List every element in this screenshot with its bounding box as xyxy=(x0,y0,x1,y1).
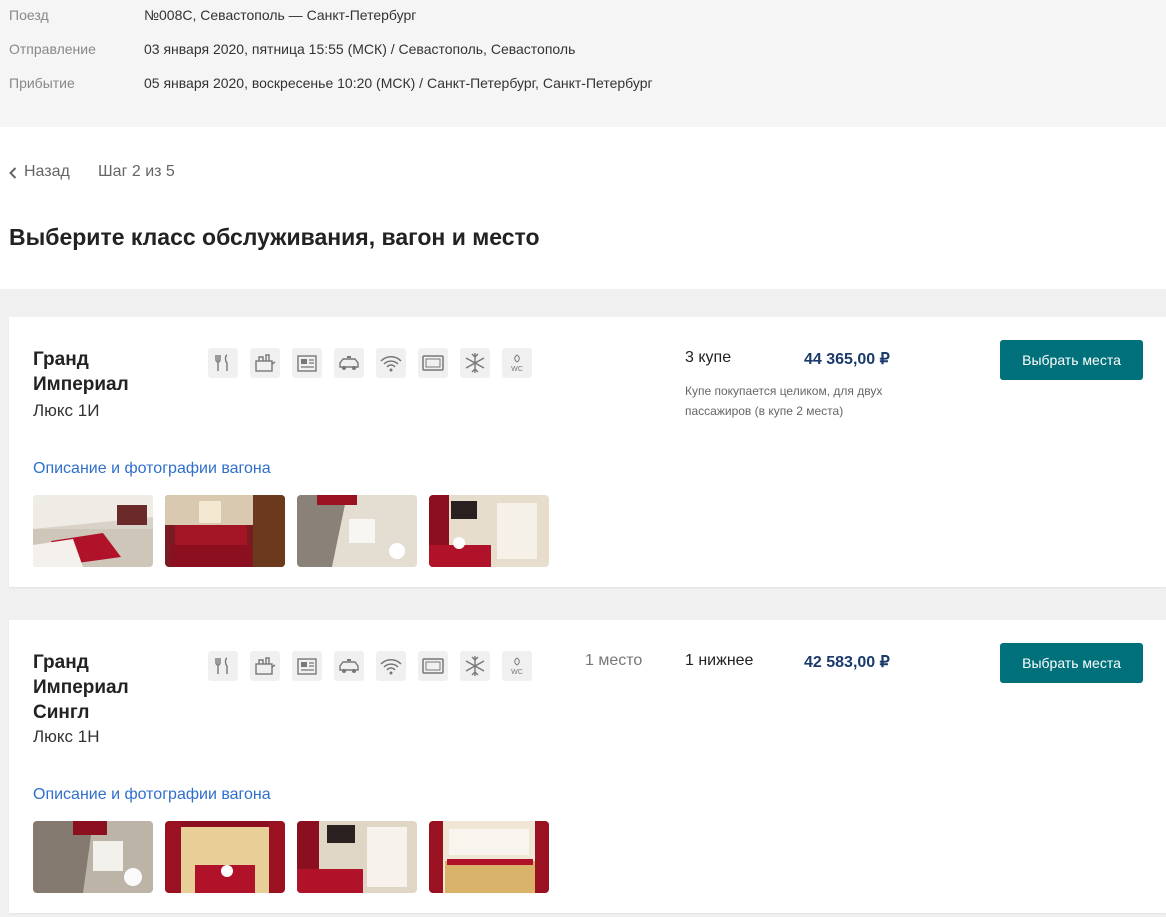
car-description-link[interactable]: Описание и фотографии вагона xyxy=(33,786,271,804)
car-card: Гранд Империал Люкс 1И WC 3 купе 44 365,… xyxy=(9,317,1166,587)
train-label: Поезд xyxy=(9,7,49,23)
car-photo[interactable] xyxy=(33,495,153,567)
seat-type: 1 нижнее xyxy=(685,652,754,669)
svg-text:WC: WC xyxy=(511,669,523,676)
car-photo[interactable] xyxy=(33,821,153,893)
press-icon xyxy=(292,651,322,681)
taxi-icon xyxy=(334,651,364,681)
car-description-link[interactable]: Описание и фотографии вагона xyxy=(33,460,271,478)
seat-count: 1 место xyxy=(585,652,643,669)
car-photos xyxy=(33,821,553,893)
trip-info-panel: Поезд №008С, Севастополь — Санкт-Петербу… xyxy=(0,0,1166,127)
car-class: Люкс 1Н xyxy=(33,727,100,746)
car-photo[interactable] xyxy=(297,495,417,567)
hygiene-kit-icon xyxy=(250,348,280,378)
car-photo[interactable] xyxy=(165,821,285,893)
svg-text:WC: WC xyxy=(511,366,523,373)
taxi-icon xyxy=(334,348,364,378)
air-conditioning-icon xyxy=(460,651,490,681)
wifi-icon xyxy=(376,651,406,681)
tv-icon xyxy=(418,651,448,681)
car-class: Люкс 1И xyxy=(33,401,100,420)
press-icon xyxy=(292,348,322,378)
arrival-value: 05 января 2020, воскресенье 10:20 (МСК) … xyxy=(144,75,653,91)
arrival-label: Прибытие xyxy=(9,75,75,91)
price: 42 583,00 ₽ xyxy=(804,654,890,671)
hygiene-kit-icon xyxy=(250,651,280,681)
car-name: Гранд Империал Сингл xyxy=(33,652,129,723)
tv-icon xyxy=(418,348,448,378)
car-photo[interactable] xyxy=(429,495,549,567)
car-card: Гранд Империал Сингл Люкс 1Н WC 1 место … xyxy=(9,620,1166,913)
chevron-left-icon xyxy=(9,167,17,179)
wifi-icon xyxy=(376,348,406,378)
car-photos xyxy=(33,495,553,567)
car-photo[interactable] xyxy=(165,495,285,567)
step-indicator: Шаг 2 из 5 xyxy=(98,163,175,180)
amenities-list: WC xyxy=(208,348,538,378)
train-value: №008С, Севастополь — Санкт-Петербург xyxy=(144,7,417,23)
departure-value: 03 января 2020, пятница 15:55 (МСК) / Се… xyxy=(144,41,576,57)
departure-label: Отправление xyxy=(9,41,96,57)
car-photo[interactable] xyxy=(297,821,417,893)
car-name: Гранд Империал xyxy=(33,349,129,395)
compartment-note: Купе покупается целиком, для двух пассаж… xyxy=(685,384,883,418)
price: 44 365,00 ₽ xyxy=(804,351,890,368)
air-conditioning-icon xyxy=(460,348,490,378)
page-title: Выберите класс обслуживания, вагон и мес… xyxy=(9,224,540,250)
compartment-count: 3 купе xyxy=(685,349,732,366)
restaurant-icon xyxy=(208,651,238,681)
restaurant-icon xyxy=(208,348,238,378)
select-seats-button[interactable]: Выбрать места xyxy=(1000,340,1143,380)
wc-icon: WC xyxy=(502,348,532,378)
back-label: Назад xyxy=(24,163,70,180)
select-seats-button[interactable]: Выбрать места xyxy=(1000,643,1143,683)
wc-icon: WC xyxy=(502,651,532,681)
amenities-list: WC xyxy=(208,651,538,681)
car-photo[interactable] xyxy=(429,821,549,893)
